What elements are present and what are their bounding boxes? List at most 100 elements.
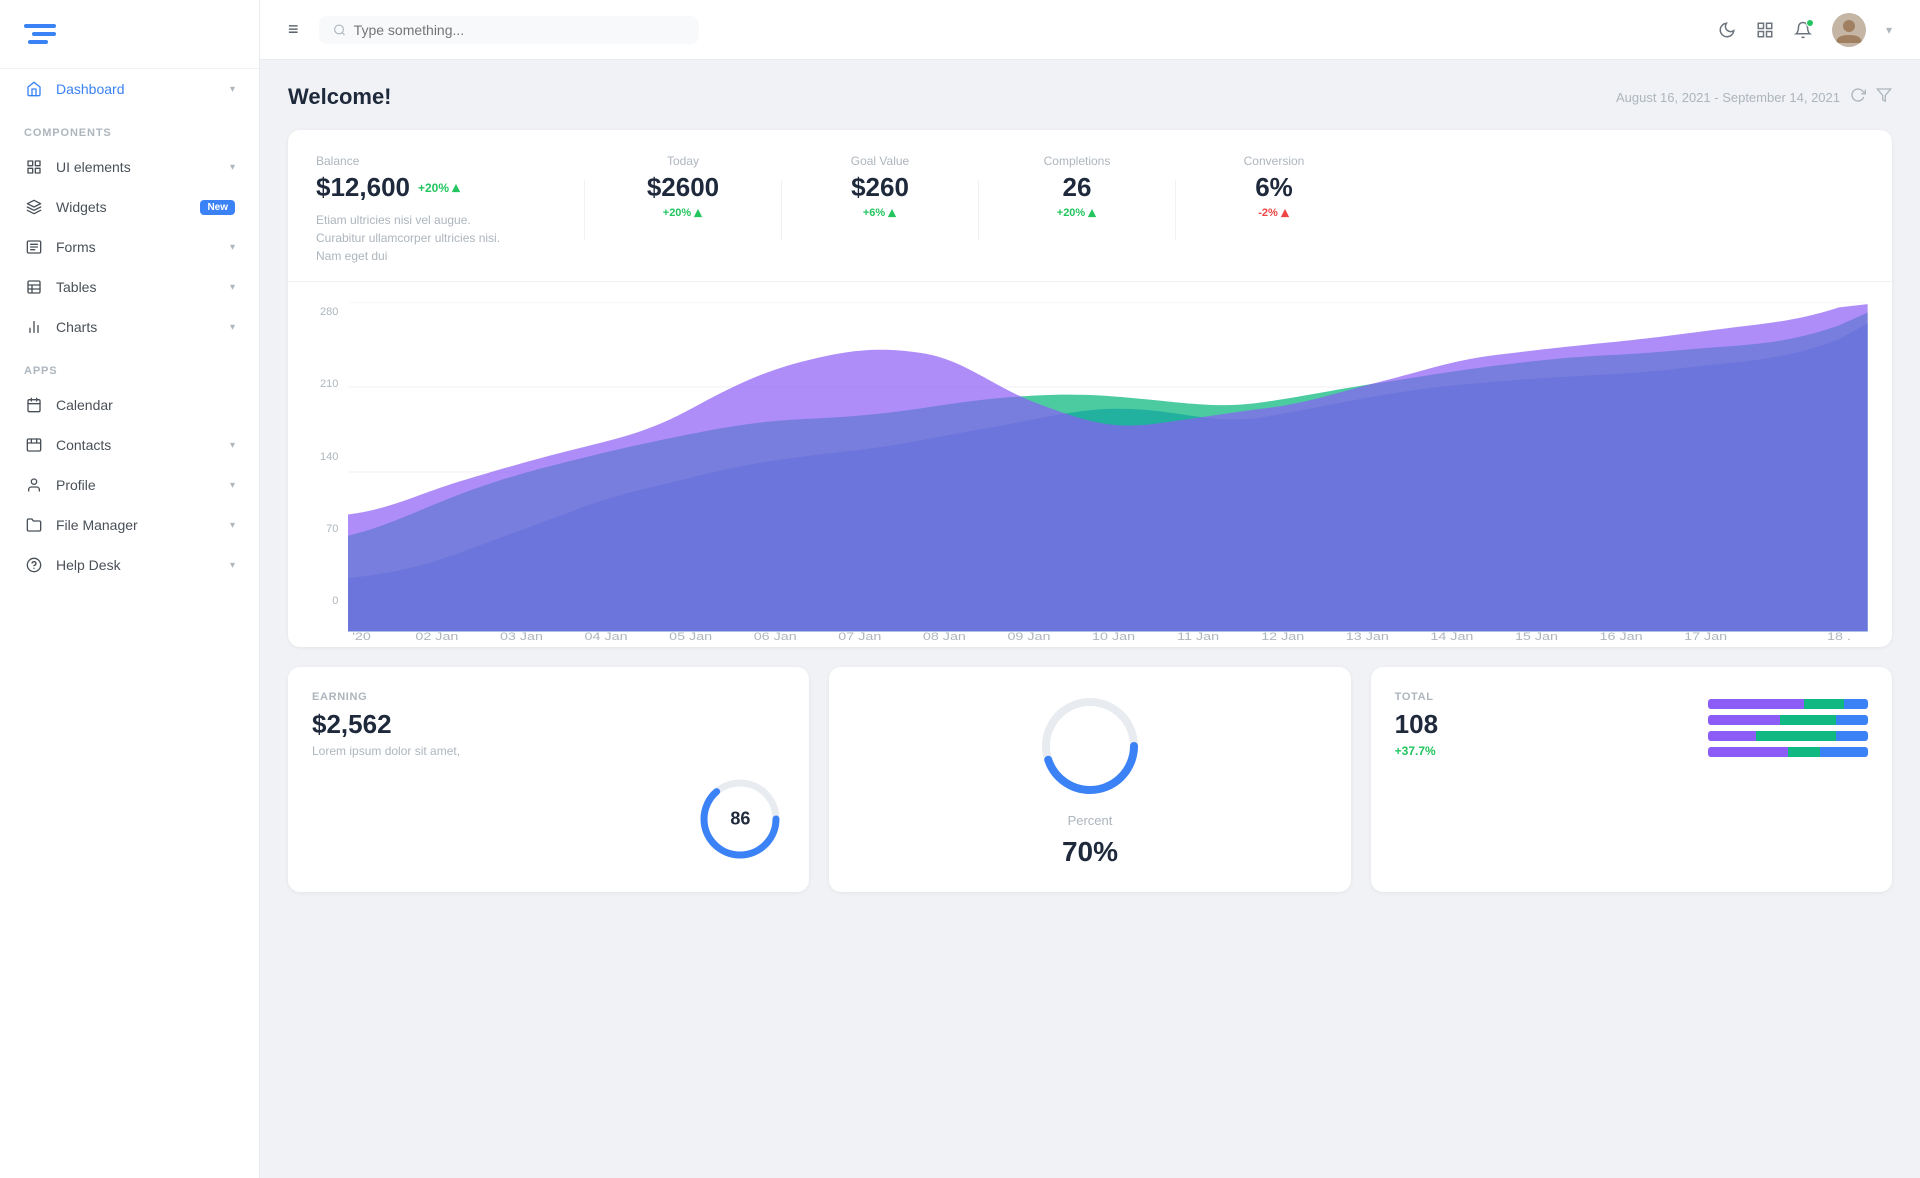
y-label-280: 280 [320, 306, 338, 318]
goal-label: Goal Value [830, 154, 930, 168]
sidebar-item-dashboard[interactable]: Dashboard ▾ [0, 69, 259, 109]
apps-icon [1756, 21, 1774, 39]
today-label: Today [633, 154, 733, 168]
logo-bar-1 [24, 24, 56, 28]
stats-divider-2 [781, 180, 782, 240]
earning-circle-wrap: 86 [312, 774, 785, 864]
bottom-row: EARNING $2,562 Lorem ipsum dolor sit ame… [288, 667, 1892, 892]
x-label-15jan: 15 Jan [1515, 631, 1558, 642]
x-label-02jan: 02 Jan [416, 631, 459, 642]
logo-bar-2 [32, 32, 56, 36]
total-label: Total [1395, 691, 1438, 703]
stat-goal: Goal Value $260 +6% [830, 154, 930, 219]
table-icon [24, 277, 44, 297]
sidebar-item-contacts[interactable]: Contacts ▾ [0, 425, 259, 465]
percent-donut [1035, 691, 1145, 801]
main-panel: ≡ ▾ [260, 0, 1920, 1178]
date-range: August 16, 2021 - September 14, 2021 [1616, 90, 1840, 105]
sidebar-item-ui-elements[interactable]: UI elements ▾ [0, 147, 259, 187]
stat-today: Today $2600 +20% [633, 154, 733, 219]
balance-change: +20% [418, 181, 461, 195]
sidebar-item-help-desk[interactable]: Help Desk ▾ [0, 545, 259, 585]
earning-desc: Lorem ipsum dolor sit amet, [312, 744, 785, 758]
x-label-07jan: 07 Jan [839, 631, 882, 642]
completions-change-text: +20% [1057, 207, 1085, 219]
hamburger-icon[interactable]: ≡ [288, 19, 299, 40]
balance-change-text: +20% [418, 181, 449, 195]
chart-svg-container: Jan '20 02 Jan 03 Jan 04 Jan 05 Jan 06 J… [348, 302, 1868, 647]
sidebar-item-label-widgets: Widgets [56, 199, 192, 215]
bar-seg-blue-4 [1820, 747, 1868, 757]
section-label-components: Components [0, 109, 259, 147]
sidebar: Dashboard ▾ Components UI elements ▾ Wid… [0, 0, 260, 1178]
search-input[interactable] [354, 22, 685, 38]
moon-icon [1718, 21, 1736, 39]
avatar-dropdown-icon[interactable]: ▾ [1886, 23, 1892, 37]
page-title: Welcome! [288, 84, 392, 110]
avatar-image [1832, 13, 1866, 47]
bar-seg-purple-2 [1708, 715, 1780, 725]
filter-button[interactable] [1876, 87, 1892, 108]
logo-icon [24, 18, 56, 50]
notifications-button[interactable] [1794, 21, 1812, 39]
bar-seg-blue-1 [1844, 699, 1868, 709]
percent-value: 70% [1035, 836, 1145, 868]
sidebar-item-widgets[interactable]: Widgets New [0, 187, 259, 227]
search-bar[interactable] [319, 16, 699, 44]
stats-divider-4 [1175, 180, 1176, 240]
search-icon [333, 23, 346, 37]
goal-change: +6% [830, 207, 930, 219]
x-label-12jan: 12 Jan [1262, 631, 1305, 642]
dark-mode-button[interactable] [1718, 21, 1736, 39]
section-label-apps: Apps [0, 347, 259, 385]
stat-completions: Completions 26 +20% [1027, 154, 1127, 219]
up-arrow-icon-today [693, 208, 703, 218]
refresh-button[interactable] [1850, 87, 1866, 108]
y-label-0: 0 [320, 595, 338, 607]
sidebar-item-tables[interactable]: Tables ▾ [0, 267, 259, 307]
balance-value-row: $12,600 +20% [316, 172, 536, 203]
topbar: ≡ ▾ [260, 0, 1920, 60]
grid-icon [24, 157, 44, 177]
today-change: +20% [633, 207, 733, 219]
sidebar-item-charts[interactable]: Charts ▾ [0, 307, 259, 347]
sidebar-item-profile[interactable]: Profile ▾ [0, 465, 259, 505]
balance-desc: Etiam ultricies nisi vel augue. Curabitu… [316, 211, 516, 265]
percent-donut-wrap [1035, 691, 1145, 801]
filter-icon [1876, 87, 1892, 103]
main-stats-card: Balance $12,600 +20% Etiam ultricies nis… [288, 130, 1892, 647]
percent-card: Percent 70% [829, 667, 1350, 892]
apps-button[interactable] [1756, 21, 1774, 39]
bar-seg-purple-1 [1708, 699, 1804, 709]
sidebar-item-calendar[interactable]: Calendar [0, 385, 259, 425]
chevron-icon-ui-elements: ▾ [230, 162, 235, 173]
sidebar-item-label-help-desk: Help Desk [56, 557, 226, 573]
bar-seg-purple-4 [1708, 747, 1788, 757]
sidebar-logo [0, 0, 259, 69]
avatar[interactable] [1832, 13, 1866, 47]
y-label-140: 140 [320, 451, 338, 463]
x-label-03jan: 03 Jan [500, 631, 543, 642]
y-label-70: 70 [320, 523, 338, 535]
goal-change-text: +6% [863, 207, 885, 219]
sidebar-item-label-tables: Tables [56, 279, 226, 295]
balance-value: $12,600 [316, 172, 410, 203]
up-arrow-icon-comp [1087, 208, 1097, 218]
contacts-icon [24, 435, 44, 455]
chevron-icon-file-manager: ▾ [230, 520, 235, 531]
user-icon [24, 475, 44, 495]
sidebar-item-label-contacts: Contacts [56, 437, 226, 453]
stats-divider-3 [978, 180, 979, 240]
today-value: $2600 [633, 172, 733, 203]
home-icon [24, 79, 44, 99]
chart-y-axis: 280 210 140 70 0 [312, 302, 348, 647]
chevron-icon-charts: ▾ [230, 322, 235, 333]
calendar-icon [24, 395, 44, 415]
bar-seg-purple-3 [1708, 731, 1756, 741]
bar-row-1 [1708, 699, 1868, 709]
today-change-text: +20% [663, 207, 691, 219]
x-label-09jan: 09 Jan [1008, 631, 1051, 642]
x-label-17jan: 17 Jan [1684, 631, 1727, 642]
sidebar-item-forms[interactable]: Forms ▾ [0, 227, 259, 267]
sidebar-item-file-manager[interactable]: File Manager ▾ [0, 505, 259, 545]
